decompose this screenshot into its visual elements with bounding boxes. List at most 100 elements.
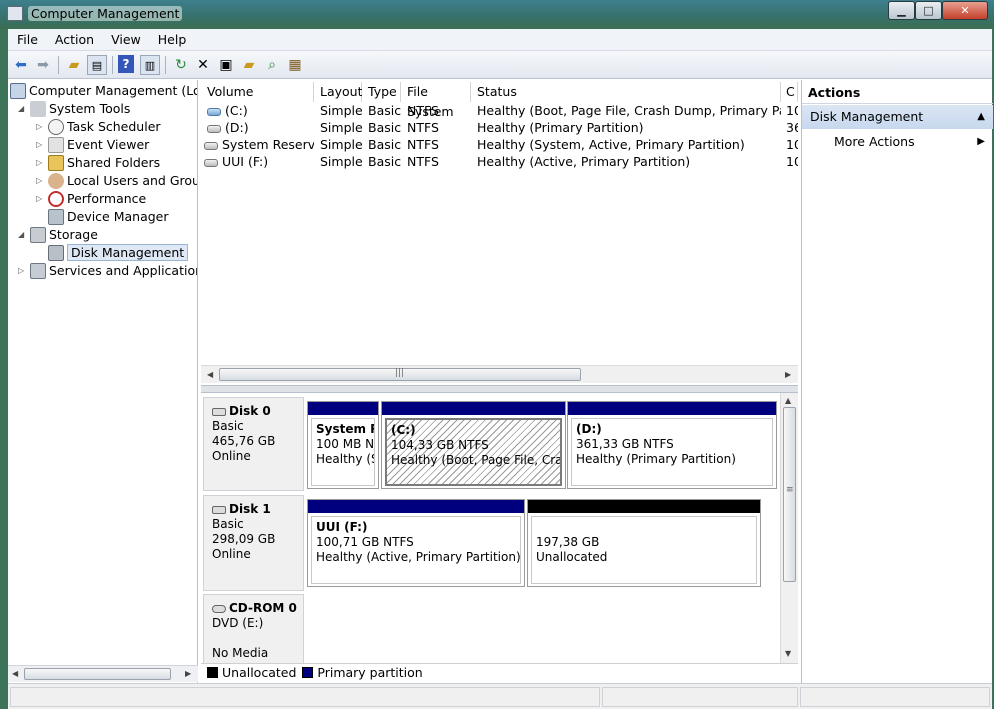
status-pane-main: [10, 687, 600, 707]
tools-icon: [30, 101, 46, 117]
scroll-left-icon[interactable]: ◀: [207, 370, 213, 379]
cell-status: Healthy (Active, Primary Partition): [477, 154, 691, 169]
disk-1-label[interactable]: Disk 1 Basic 298,09 GB Online: [203, 495, 304, 591]
scroll-right-icon[interactable]: ▶: [785, 370, 791, 379]
tree-scroll-thumb[interactable]: [24, 668, 171, 680]
expand-arrow-icon[interactable]: ▷: [36, 190, 46, 208]
partition-c[interactable]: (C:) 104,33 GB NTFS Healthy (Boot, Page Fi…: [381, 401, 566, 489]
tree-node-event-viewer[interactable]: ▷ Event Viewer: [36, 136, 149, 154]
column-capacity[interactable]: C: [781, 82, 798, 102]
maximize-button[interactable]: □: [915, 1, 942, 20]
disk-0-label[interactable]: Disk 0 Basic 465,76 GB Online: [203, 397, 304, 491]
show-hide-tree-icon[interactable]: ▤: [87, 55, 107, 75]
menu-file[interactable]: File: [8, 29, 46, 47]
disk-icon: [212, 407, 226, 416]
disk-1-state: Online: [212, 547, 251, 561]
table-row[interactable]: (C:) Simple Basic NTFS Healthy (Boot, Pa…: [201, 102, 798, 119]
column-file-system[interactable]: File System: [401, 82, 471, 119]
unallocated-swatch: [207, 667, 218, 678]
performance-icon: [48, 191, 64, 207]
minimize-button[interactable]: ▁: [888, 1, 915, 20]
up-folder-icon[interactable]: ▰: [64, 55, 84, 75]
delete-icon[interactable]: ✕: [193, 55, 213, 75]
column-status[interactable]: Status: [471, 82, 781, 102]
properties-pane-icon[interactable]: ▥: [140, 55, 160, 75]
grip-icon: |||: [395, 368, 405, 378]
partition-size: 100,71 GB NTFS: [316, 535, 414, 549]
tree-node-storage[interactable]: ◢ Storage: [18, 226, 98, 244]
partition-d[interactable]: (D:) 361,33 GB NTFS Healthy (Primary Parti…: [567, 401, 777, 489]
open-icon[interactable]: ▰: [239, 55, 259, 75]
tree-node-shared-folders[interactable]: ▷ Shared Folders: [36, 154, 160, 172]
tree-node-local-users[interactable]: ▷Local Users and Groups: [36, 172, 197, 190]
collapse-up-icon[interactable]: ▲: [977, 105, 985, 129]
tree-node-task-scheduler[interactable]: ▷ Task Scheduler: [36, 118, 161, 136]
column-type[interactable]: Type: [362, 82, 401, 102]
tree-node-computer-management[interactable]: Computer Management (Local: [10, 82, 197, 100]
partition-uui-f[interactable]: UUI (F:) 100,71 GB NTFS Healthy (Active, P…: [307, 499, 525, 587]
system-drive-icon: [207, 107, 221, 116]
menu-view[interactable]: View: [102, 29, 149, 47]
tree-node-performance[interactable]: ▷ Performance: [36, 190, 146, 208]
scroll-down-icon[interactable]: ▼: [785, 649, 791, 658]
table-row[interactable]: (D:) Simple Basic NTFS Healthy (Primary …: [201, 119, 798, 136]
disk-icon: [212, 505, 226, 514]
tree-horizontal-scrollbar[interactable]: ◀ ▶: [8, 665, 198, 682]
partition-system-reserved[interactable]: System Re100 MB NTHealthy (Sy: [307, 401, 379, 489]
actions-section-disk-management[interactable]: Disk Management ▲: [802, 105, 993, 129]
menu-help[interactable]: Help: [149, 29, 195, 47]
disk-view-scroll-thumb[interactable]: ≡: [783, 407, 796, 582]
more-actions-item[interactable]: More Actions ▶: [834, 132, 993, 152]
disk-0-type: Basic: [212, 419, 244, 433]
expand-arrow-icon[interactable]: ▷: [36, 172, 46, 190]
search-icon[interactable]: ⌕: [262, 55, 282, 75]
scroll-up-icon[interactable]: ▲: [785, 396, 791, 405]
collapse-arrow-icon[interactable]: ◢: [18, 226, 28, 244]
partition-status: Healthy (Active, Primary Partition): [316, 550, 521, 564]
expand-arrow-icon[interactable]: ▷: [36, 154, 46, 172]
cdrom-0-label[interactable]: CD-ROM 0 DVD (E:) No Media: [203, 594, 304, 663]
tree-node-disk-management[interactable]: Disk Management: [46, 244, 189, 262]
column-layout[interactable]: Layout: [314, 82, 363, 102]
tree-node-system-tools[interactable]: ◢ System Tools: [18, 100, 130, 118]
table-row[interactable]: System Reserved Simple Basic NTFS Health…: [201, 136, 798, 153]
refresh-icon[interactable]: ↻: [171, 55, 191, 75]
collapse-arrow-icon[interactable]: ◢: [18, 100, 28, 118]
scroll-left-icon[interactable]: ◀: [12, 669, 18, 678]
menu-action[interactable]: Action: [46, 29, 102, 47]
expand-arrow-icon[interactable]: ▷: [36, 118, 46, 136]
status-bar: [8, 683, 992, 709]
expand-arrow-icon[interactable]: ▷: [36, 136, 46, 154]
primary-partition-bar: [382, 402, 565, 415]
toolbar-separator: [165, 56, 166, 74]
expand-arrow-icon[interactable]: ▷: [18, 262, 28, 280]
close-button[interactable]: ✕: [942, 1, 988, 20]
partition-size: 361,33 GB NTFS: [576, 437, 674, 451]
unallocated-space[interactable]: 197,38 GB Unallocated: [527, 499, 761, 587]
disk-view: Disk 0 Basic 465,76 GB Online System Re1…: [201, 393, 798, 663]
cdrom-name: CD-ROM 0: [229, 601, 297, 615]
drive-icon: [204, 158, 218, 167]
tree-node-services-applications[interactable]: ▷ Services and Applications: [18, 262, 197, 280]
forward-icon[interactable]: ➡: [33, 55, 53, 75]
back-icon[interactable]: ⬅: [11, 55, 31, 75]
scroll-right-icon[interactable]: ▶: [185, 669, 191, 678]
tree-node-device-manager[interactable]: Device Manager: [46, 208, 169, 226]
window-frame-left: [0, 29, 8, 709]
cell-status: Healthy (Boot, Page File, Crash Dump, Pr…: [477, 103, 781, 118]
console-tree: Computer Management (Local ◢System Tools…: [8, 80, 198, 683]
partition-status: Healthy (Primary Partition): [576, 452, 736, 466]
toolbar-separator: [112, 56, 113, 74]
primary-partition-bar: [568, 402, 776, 415]
volume-list-scroll-thumb[interactable]: |||: [219, 368, 581, 381]
volume-list-horizontal-scrollbar[interactable]: ◀ ||| ▶: [201, 365, 798, 383]
unallocated-bar: [528, 500, 760, 513]
wizard-icon[interactable]: ▦: [285, 55, 305, 75]
table-row[interactable]: UUI (F:) Simple Basic NTFS Healthy (Acti…: [201, 153, 798, 170]
pane-splitter[interactable]: [201, 385, 798, 393]
properties-icon[interactable]: ▣: [216, 55, 236, 75]
column-volume[interactable]: Volume: [201, 82, 314, 102]
help-icon[interactable]: ?: [118, 55, 134, 73]
disk-view-vertical-scrollbar[interactable]: ▲ ≡ ▼: [780, 393, 798, 663]
disk-1-type: Basic: [212, 517, 244, 531]
